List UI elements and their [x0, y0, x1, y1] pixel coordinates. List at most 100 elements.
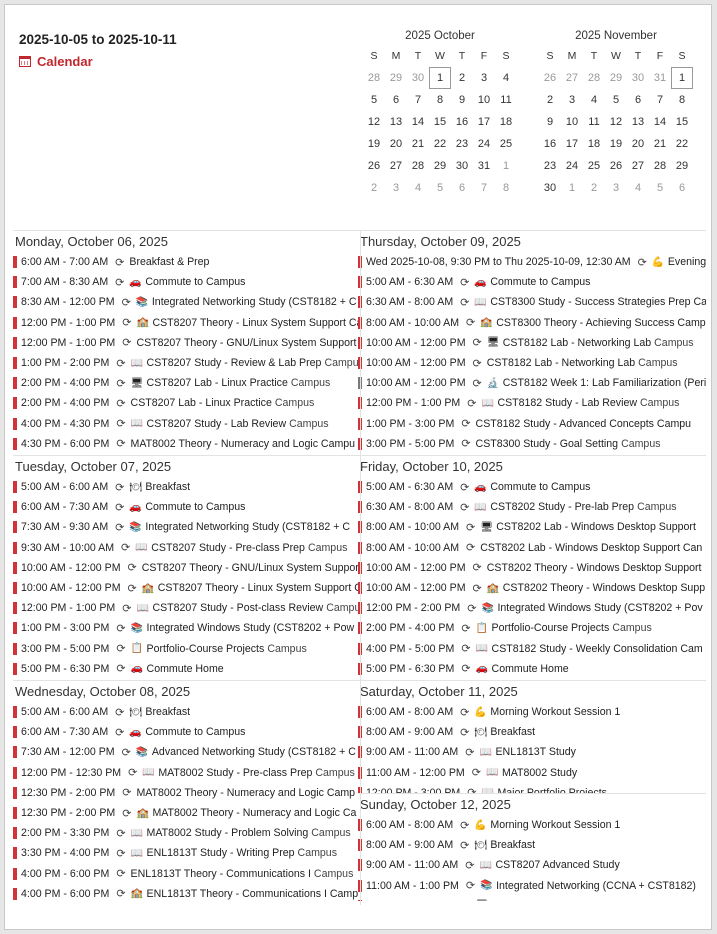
calendar-day[interactable]: 8	[429, 89, 451, 111]
event-item[interactable]: 4:00 PM - 6:00 PM ⟳ ENL1813T Theory - Comm…	[13, 864, 361, 884]
calendar-day[interactable]: 30	[627, 67, 649, 89]
event-item[interactable]: 12:00 PM - 2:00 PM ⟳ 📚 Integrated Windows S…	[358, 598, 706, 618]
calendar-day[interactable]: 2	[363, 177, 385, 199]
calendar-day[interactable]: 5	[429, 177, 451, 199]
event-item[interactable]: 1:00 PM - 3:00 PM ⟳ CST8182 Study - Advanc…	[358, 414, 706, 434]
calendar-day[interactable]: 4	[583, 89, 605, 111]
event-item[interactable]: 6:00 AM - 7:00 AM ⟳ Breakfast & Prep	[13, 252, 361, 272]
calendar-day[interactable]: 29	[671, 155, 693, 177]
calendar-day[interactable]: 19	[363, 133, 385, 155]
event-item[interactable]: 7:00 AM - 8:30 AM ⟳ 🚗 Commute to Campus	[13, 272, 361, 292]
event-item[interactable]: 3:00 PM - 5:00 PM ⟳ CST8300 Study - Goal S…	[358, 434, 706, 454]
calendar-day[interactable]: 30	[451, 155, 473, 177]
calendar-day[interactable]: 23	[451, 133, 473, 155]
calendar-day[interactable]: 2	[451, 67, 473, 89]
calendar-day[interactable]: 7	[649, 89, 671, 111]
calendar-day[interactable]: 17	[473, 111, 495, 133]
event-item[interactable]: 5:00 AM - 6:30 AM ⟳ 🚗 Commute to Campus	[358, 272, 706, 292]
event-item[interactable]: 12:00 PM - 1:00 PM ⟳ 🏫 CST8207 Theory - Lin…	[13, 313, 361, 333]
calendar-day[interactable]: 8	[671, 89, 693, 111]
calendar-day[interactable]: 31	[473, 155, 495, 177]
calendar-day[interactable]: 16	[539, 133, 561, 155]
calendar-day[interactable]: 11	[583, 111, 605, 133]
event-item[interactable]: 6:30 AM - 8:00 AM ⟳ 📖 CST8300 Study - Succe…	[358, 292, 706, 312]
event-item[interactable]: 8:00 AM - 9:00 AM ⟳ 🍽 Breakfast	[358, 722, 706, 742]
calendar-day[interactable]: 26	[363, 155, 385, 177]
calendar-day[interactable]: 30	[539, 177, 561, 199]
calendar-day[interactable]: 20	[385, 133, 407, 155]
calendar-day[interactable]: 22	[671, 133, 693, 155]
calendar-day[interactable]: 5	[363, 89, 385, 111]
calendar-day[interactable]: 28	[363, 67, 385, 89]
calendar-day[interactable]: 26	[539, 67, 561, 89]
event-item[interactable]: 10:00 AM - 12:00 PM ⟳ CST8202 Theory - Win…	[358, 558, 706, 578]
calendar-day[interactable]: 21	[407, 133, 429, 155]
calendar-day[interactable]: 29	[385, 67, 407, 89]
calendar-day[interactable]: 16	[451, 111, 473, 133]
calendar-day[interactable]: 9	[539, 111, 561, 133]
event-item[interactable]: 10:00 AM - 12:00 PM ⟳ 🖥 CST8182 Lab - Netwo…	[358, 333, 706, 353]
calendar-day[interactable]: 10	[473, 89, 495, 111]
calendar-day[interactable]: 18	[495, 111, 517, 133]
event-item[interactable]: 5:00 AM - 6:00 AM ⟳ 🍽 Breakfast	[13, 702, 361, 722]
event-item[interactable]: 3:30 PM - 4:00 PM ⟳ 📖 ENL1813T Study - Writ…	[13, 843, 361, 863]
event-item[interactable]: 1:00 PM - 3:00 PM ⟳ 🖥Network Programming	[358, 896, 706, 901]
calendar-day[interactable]: 21	[649, 133, 671, 155]
event-item[interactable]: 8:00 AM - 9:00 AM ⟳ 🍽 Breakfast	[358, 835, 706, 855]
event-item[interactable]: 12:00 PM - 3:00 PM⟳📖Major Portfolio Proj…	[358, 783, 706, 793]
event-item[interactable]: 1:00 PM - 3:00 PM ⟳ 📚 Integrated Windows St…	[13, 618, 361, 638]
calendar-day[interactable]: 2	[583, 177, 605, 199]
event-item[interactable]: 10:00 AM - 12:00 PM ⟳ CST8207 Theory - GNU…	[13, 558, 361, 578]
calendar-day[interactable]: 25	[583, 155, 605, 177]
calendar-day[interactable]: 25	[495, 133, 517, 155]
event-item[interactable]: 12:30 PM - 2:00 PM ⟳ 🏫 MAT8002 Theory - Num…	[13, 803, 361, 823]
calendar-day[interactable]: 27	[561, 67, 583, 89]
calendar-day[interactable]: 28	[583, 67, 605, 89]
calendar-day[interactable]: 26	[605, 155, 627, 177]
calendar-day[interactable]: 4	[627, 177, 649, 199]
calendar-day[interactable]: 4	[495, 67, 517, 89]
calendar-day[interactable]: 28	[407, 155, 429, 177]
calendar-day[interactable]: 24	[561, 155, 583, 177]
event-item[interactable]: 9:30 AM - 10:00 AM ⟳ 📖 CST8207 Study - Pre-…	[13, 538, 361, 558]
event-item[interactable]: 6:00 AM - 7:30 AM ⟳ 🚗 Commute to Campus	[13, 722, 361, 742]
calendar-day[interactable]: 6	[385, 89, 407, 111]
calendar-day[interactable]: 13	[385, 111, 407, 133]
calendar-day[interactable]: 19	[605, 133, 627, 155]
calendar-link[interactable]: Calendar	[19, 54, 93, 69]
calendar-day[interactable]: 29	[605, 67, 627, 89]
event-item[interactable]: 7:30 AM - 12:00 PM ⟳ 📚 Advanced Networking …	[13, 742, 361, 762]
event-item[interactable]: 10:00 AM - 12:00 PM ⟳ CST8182 Lab - Networ…	[358, 353, 706, 373]
calendar-day[interactable]: 5	[605, 89, 627, 111]
calendar-day[interactable]: 3	[605, 177, 627, 199]
event-item[interactable]: 1:00 PM - 2:00 PM ⟳ 📖 CST8207 Study - Revie…	[13, 353, 361, 373]
calendar-day[interactable]: 1	[671, 67, 693, 89]
calendar-day[interactable]: 7	[407, 89, 429, 111]
event-item[interactable]: 8:00 AM - 10:00 AM ⟳ 🏫 CST8300 Theory - Ach…	[358, 313, 706, 333]
calendar-day[interactable]: 27	[627, 155, 649, 177]
event-item[interactable]: 2:00 PM - 4:00 PM ⟳ CST8207 Lab - Linux Pr…	[13, 393, 361, 413]
calendar-day[interactable]: 6	[451, 177, 473, 199]
event-item[interactable]: 12:00 PM - 1:00 PM ⟳ CST8207 Theory - GNU/…	[13, 333, 361, 353]
calendar-day[interactable]: 3	[473, 67, 495, 89]
event-item[interactable]: 8:00 AM - 10:00 AM ⟳ 🖥 CST8202 Lab - Window…	[358, 517, 706, 537]
calendar-day[interactable]: 12	[605, 111, 627, 133]
event-item[interactable]: 2:00 PM - 3:30 PM ⟳ 📖 MAT8002 Study - Probl…	[13, 823, 361, 843]
calendar-day[interactable]: 28	[649, 155, 671, 177]
calendar-day[interactable]: 14	[649, 111, 671, 133]
event-item[interactable]: 4:30 PM - 6:00 PM ⟳ MAT8002 Theory - Numer…	[13, 434, 361, 454]
calendar-day[interactable]: 17	[561, 133, 583, 155]
calendar-day[interactable]: 2	[539, 89, 561, 111]
event-item[interactable]: 5:00 AM - 6:00 AM ⟳ 🍽 Breakfast	[13, 477, 361, 497]
calendar-day[interactable]: 10	[561, 111, 583, 133]
calendar-day[interactable]: 5	[649, 177, 671, 199]
calendar-day[interactable]: 8	[495, 177, 517, 199]
event-item[interactable]: 6:00 AM - 7:30 AM ⟳ 🚗 Commute to Campus	[13, 497, 361, 517]
event-item[interactable]: 4:00 PM - 6:00 PM ⟳ 🏫 ENL1813T Theory - Com…	[13, 884, 361, 901]
calendar-day[interactable]: 29	[429, 155, 451, 177]
calendar-day[interactable]: 3	[385, 177, 407, 199]
event-item[interactable]: 2:00 PM - 4:00 PM ⟳ 📋 Portfolio-Course Proj…	[358, 618, 706, 638]
calendar-day[interactable]: 1	[561, 177, 583, 199]
calendar-day[interactable]: 31	[649, 67, 671, 89]
calendar-day[interactable]: 9	[451, 89, 473, 111]
